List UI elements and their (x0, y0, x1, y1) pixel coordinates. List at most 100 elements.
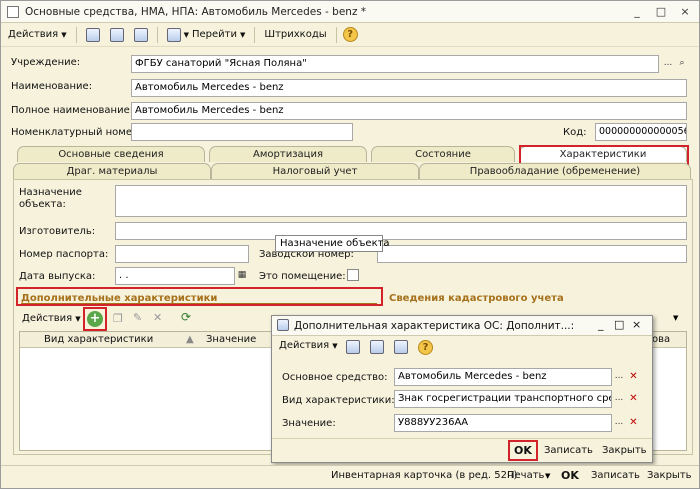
column-kind[interactable]: Вид характеристики (44, 334, 153, 345)
dialog-maximize-button[interactable]: □ (614, 318, 624, 331)
print-menu[interactable]: Печать (507, 470, 544, 481)
dialog-actions-menu[interactable]: Действия ▼ (276, 338, 341, 353)
close-button[interactable]: × (675, 3, 695, 20)
column-right[interactable]: ова (652, 334, 670, 345)
floppy-icon (85, 27, 100, 42)
name-field[interactable]: Автомобиль Mercedes - benz (131, 79, 687, 97)
select-button[interactable]: ... (612, 369, 626, 385)
passport-label: Номер паспорта: (19, 249, 109, 260)
code-label: Код: (563, 127, 587, 138)
kind-field[interactable]: Знак госрегистрации транспортного средст… (394, 390, 612, 408)
main-window: Основные средства, НМА, НПА: Автомобиль … (0, 0, 700, 489)
purpose-field[interactable] (115, 185, 687, 217)
name-label: Наименование: (11, 81, 93, 92)
actions-label: Действия (8, 29, 59, 40)
maximize-button[interactable]: □ (651, 3, 671, 20)
full-name-field[interactable]: Автомобиль Mercedes - benz (131, 102, 687, 120)
kind-label: Вид характеристики: (282, 395, 395, 406)
tab-precious-materials[interactable]: Драг. материалы (13, 163, 211, 179)
dialog-divider (272, 438, 652, 439)
column-value[interactable]: Значение (206, 334, 256, 345)
additional-header-highlight (16, 287, 383, 306)
window-title: Основные средства, НМА, НПА: Автомобиль … (25, 6, 367, 18)
release-date-field[interactable]: . . (115, 267, 235, 285)
chevron-down-icon[interactable]: ▼ (545, 472, 550, 480)
select-button[interactable]: ... (661, 56, 675, 72)
select-button[interactable]: ... (612, 391, 626, 407)
asset-field[interactable]: Автомобиль Mercedes - benz (394, 368, 612, 386)
clear-icon[interactable]: ✕ (627, 370, 640, 384)
tab-depreciation[interactable]: Амортизация (209, 146, 367, 162)
search-icon[interactable]: ⌕ (675, 56, 689, 72)
tab-basic-info[interactable]: Основные сведения (17, 146, 205, 162)
sub-actions-menu[interactable]: Действия ▼ (19, 311, 84, 326)
sub-actions-label: Действия (22, 313, 73, 324)
asset-label: Основное средство: (282, 372, 388, 383)
factory-number-field[interactable] (377, 245, 687, 263)
window-icon (7, 6, 19, 18)
ok-button-highlight (508, 440, 538, 461)
toolbar-divider (335, 26, 337, 43)
close-main-button[interactable]: Закрыть (647, 470, 692, 481)
goto-label: Перейти (191, 29, 237, 40)
passport-field[interactable] (115, 245, 249, 263)
chevron-down-icon: ▼ (183, 30, 189, 39)
delete-icon[interactable]: ✕ (153, 311, 162, 324)
edit-icon[interactable]: ✎ (133, 311, 142, 324)
inventory-card-button[interactable]: Инвентарная карточка (в ред. 52н) (331, 470, 517, 481)
sort-icon: ▲ (186, 334, 194, 345)
manufacturer-label: Изготовитель: (19, 226, 96, 237)
premises-checkbox[interactable] (347, 269, 359, 281)
help-icon[interactable]: ? (418, 340, 433, 355)
nomenclature-field[interactable] (131, 123, 353, 141)
additional-characteristic-dialog: Дополнительная характеристика ОС: Дополн… (271, 315, 653, 463)
select-button[interactable]: ... (612, 415, 626, 431)
clear-icon[interactable]: ✕ (627, 392, 640, 406)
help-icon[interactable]: ? (342, 27, 358, 42)
barcodes-button[interactable]: Штрихкоды (261, 27, 329, 42)
minimize-button[interactable]: _ (627, 3, 647, 20)
refresh-icon-button[interactable] (107, 26, 127, 44)
toolbar-divider (156, 26, 158, 43)
document-copy-icon (133, 27, 148, 42)
dialog-title-bar: Дополнительная характеристика ОС: Дополн… (272, 316, 652, 336)
tab-ownership[interactable]: Правообладание (обременение) (419, 163, 691, 179)
calendar-icon[interactable]: ▦ (235, 268, 249, 284)
dialog-actions-label: Действия (279, 340, 330, 351)
document-refresh-icon[interactable] (370, 340, 384, 354)
institution-field[interactable]: ФГБУ санаторий "Ясная Поляна" (131, 55, 659, 73)
purpose-label: Назначение объекта: (19, 187, 82, 210)
value-field[interactable]: У888УУ236АА (394, 414, 612, 432)
save-main-button[interactable]: Записать (591, 470, 640, 481)
full-name-label: Полное наименование: (11, 105, 134, 116)
manufacturer-field[interactable] (115, 222, 687, 240)
document-copy-icon[interactable] (394, 340, 408, 354)
window-controls: _ □ × (627, 3, 695, 20)
copy-icon[interactable]: ❐ (113, 312, 123, 325)
chevron-down-icon[interactable]: ▼ (673, 314, 678, 322)
dialog-close-button[interactable]: × (632, 318, 641, 331)
dialog-title: Дополнительная характеристика ОС: Дополн… (294, 320, 575, 332)
code-field[interactable]: 000000000000056 (595, 123, 687, 141)
tab-state[interactable]: Состояние (371, 146, 515, 162)
tooltip: Назначение объекта (275, 235, 390, 252)
actions-menu[interactable]: Действия ▼ (5, 27, 70, 42)
floppy-icon[interactable] (346, 340, 360, 354)
dialog-minimize-button[interactable]: _ (598, 318, 604, 331)
close-dialog-button[interactable]: Закрыть (602, 445, 647, 456)
institution-label: Учреждение: (11, 57, 81, 68)
refresh-icon[interactable]: ⟳ (181, 310, 191, 324)
chevron-down-icon: ▼ (332, 341, 338, 350)
main-toolbar: Действия ▼ ▼ Перейти ▼ Штрихкоды ? (1, 23, 699, 47)
tab-tax-accounting[interactable]: Налоговый учет (211, 163, 419, 179)
nomenclature-label: Номенклатурный номер: (11, 127, 142, 138)
copy-icon-button[interactable] (131, 26, 151, 44)
chevron-down-icon: ▼ (75, 314, 81, 323)
clear-icon[interactable]: ✕ (627, 416, 640, 430)
save-button[interactable]: Записать (544, 445, 593, 456)
save-icon-button[interactable] (83, 26, 103, 44)
chevron-down-icon: ▼ (239, 30, 246, 39)
ok-main-button[interactable]: OK (561, 469, 579, 482)
goto-menu[interactable]: ▼ Перейти ▼ (164, 26, 249, 44)
chevron-down-icon: ▼ (61, 30, 67, 39)
